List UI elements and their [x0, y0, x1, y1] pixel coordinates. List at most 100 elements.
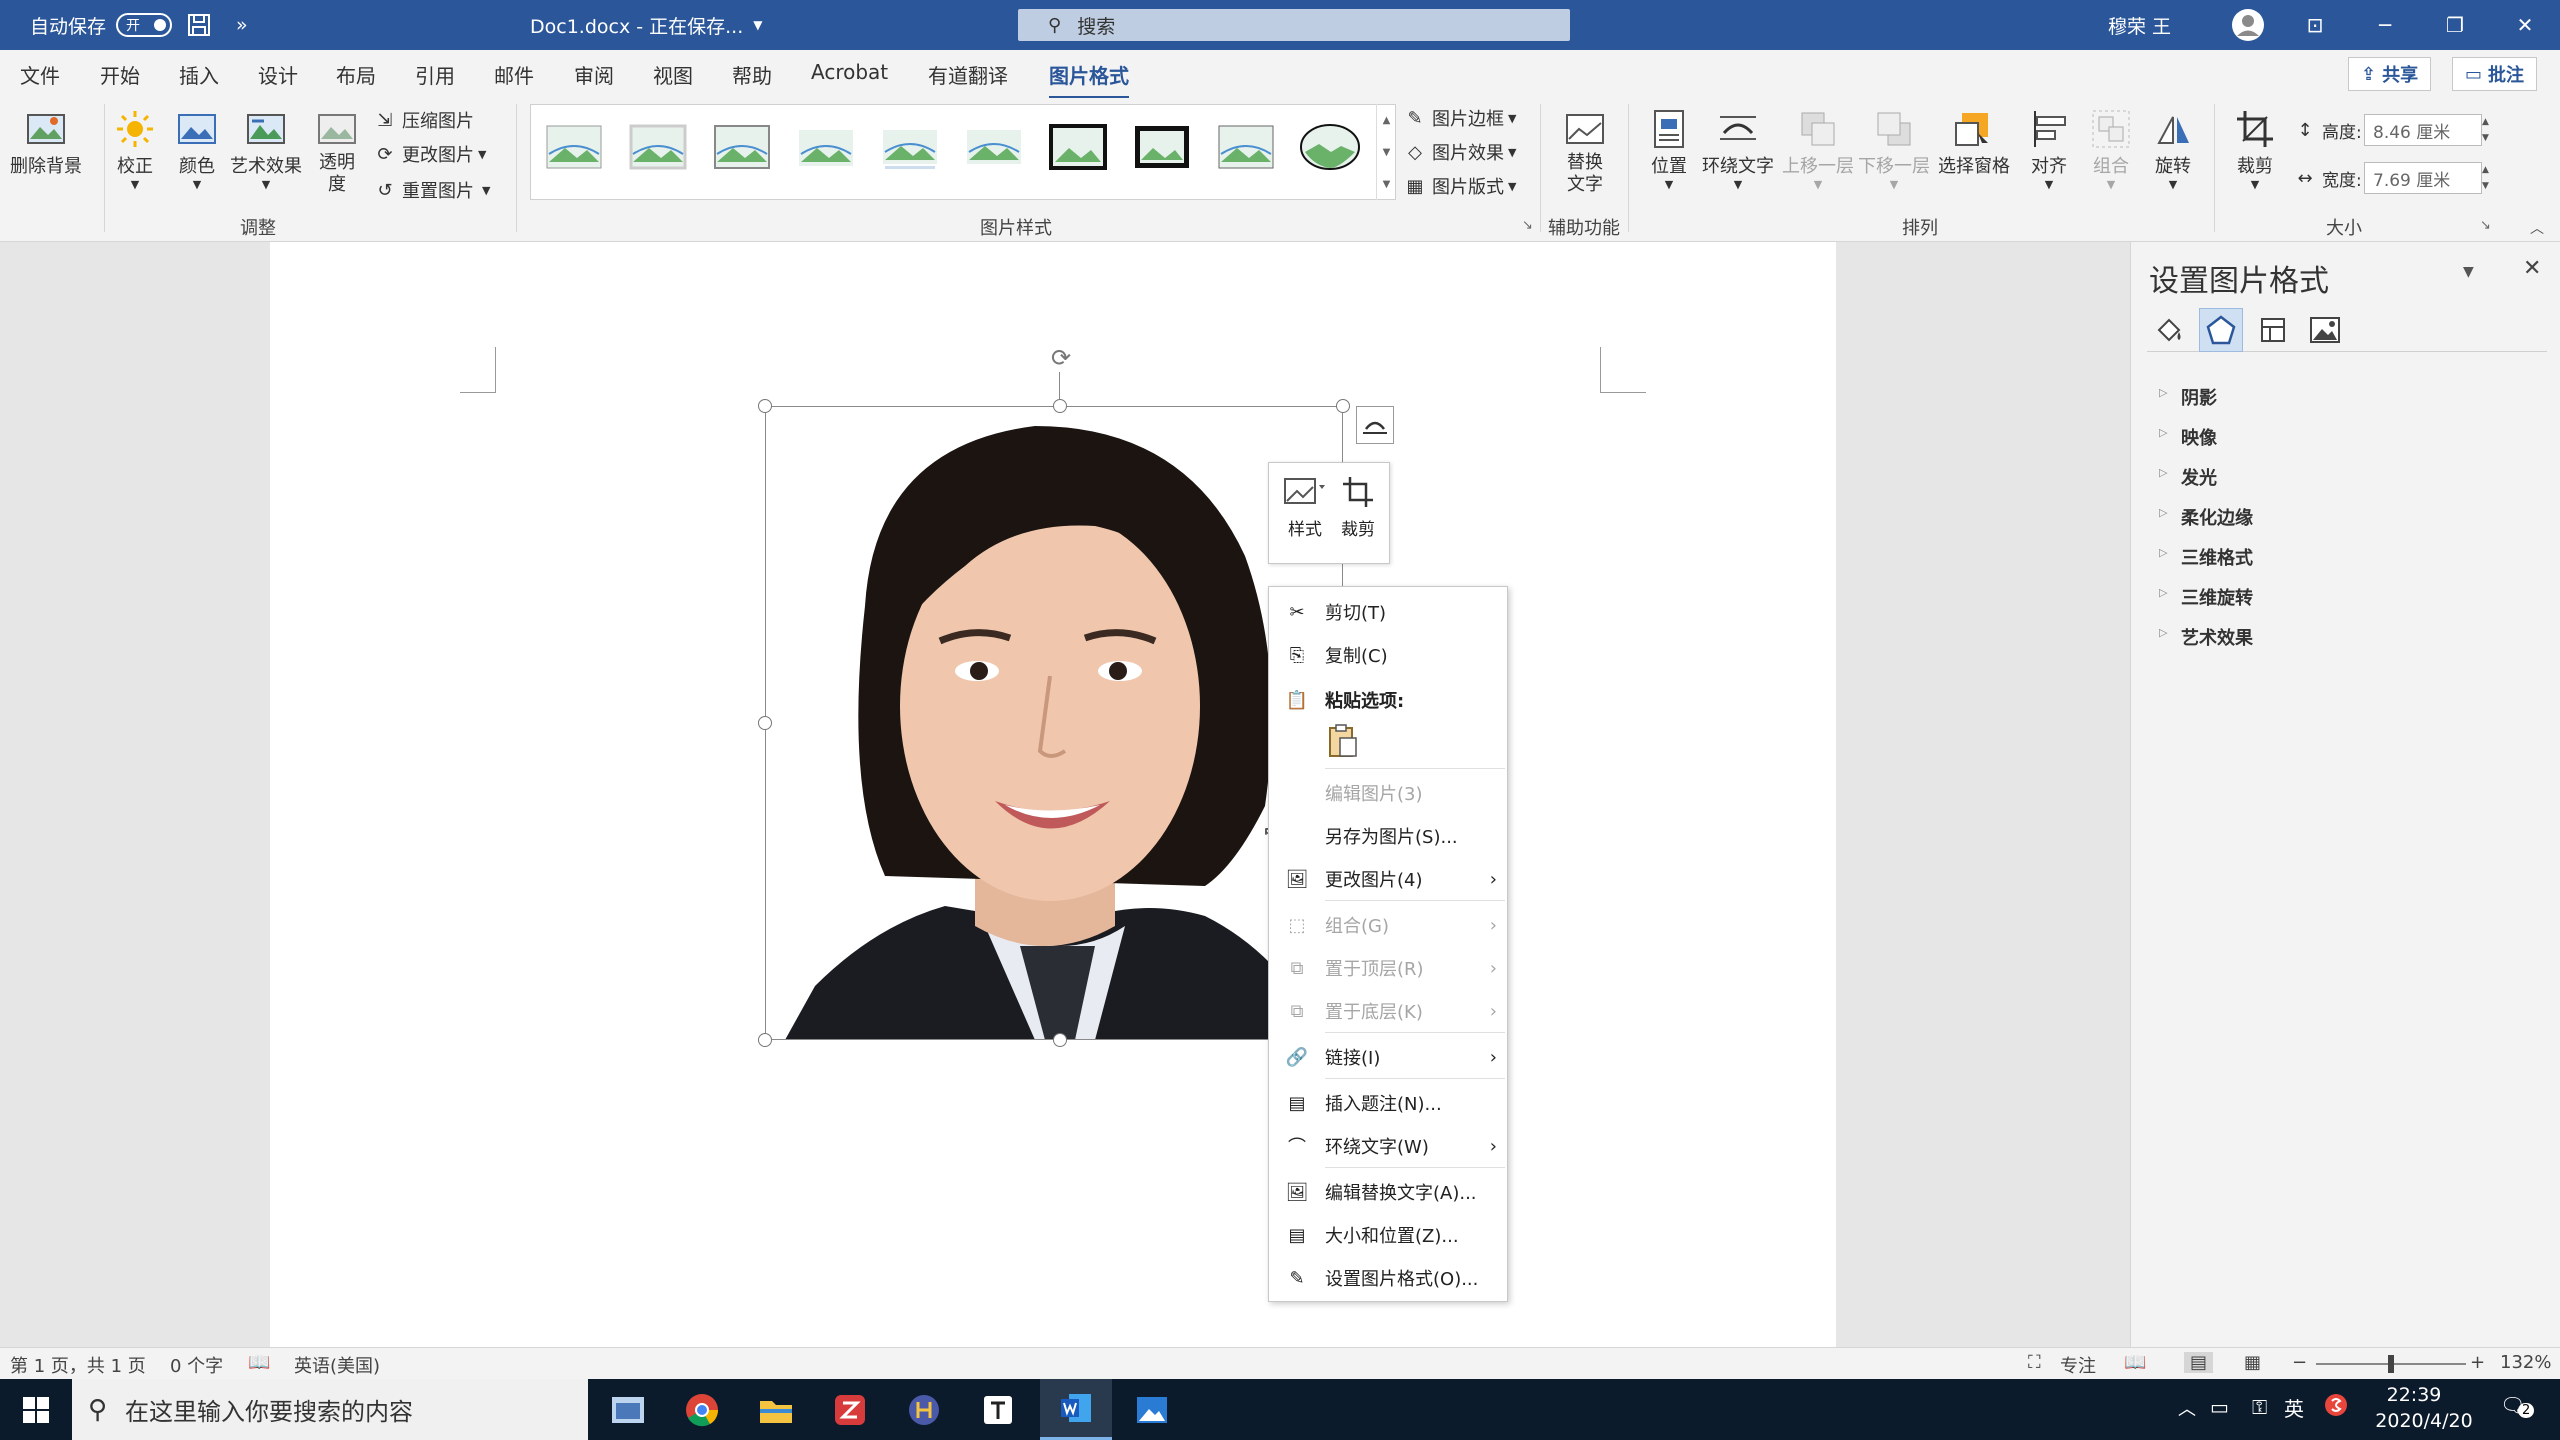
focus-mode[interactable]: 专注	[2060, 1352, 2096, 1378]
picture-style-5[interactable]	[876, 118, 944, 176]
menu-item-send-to-back[interactable]: ⧉ 置于底层(K) ›	[1269, 994, 1507, 1028]
taskbar-app-1[interactable]	[592, 1379, 664, 1440]
style-button[interactable]: 样式	[1283, 475, 1327, 540]
fill-line-tab[interactable]	[2147, 308, 2191, 352]
battery-icon[interactable]: ▭	[2210, 1395, 2229, 1419]
wrap-text-button[interactable]: 环绕文字 ▼	[1702, 106, 1774, 191]
position-button[interactable]: 位置 ▼	[1646, 106, 1692, 191]
picture-style-3[interactable]	[708, 118, 776, 176]
pane-section-glow[interactable]: 发光	[2159, 464, 2217, 490]
clock-date[interactable]: 2020/4/20	[2374, 1410, 2474, 1432]
menu-item-copy[interactable]: ⎘ 复制(C)	[1269, 638, 1507, 672]
dialog-launcher-icon[interactable]: ↘	[2480, 218, 2491, 233]
ribbon-display-options-icon[interactable]: ⊡	[2280, 0, 2350, 50]
user-name[interactable]: 穆荣 王	[2108, 0, 2171, 50]
taskbar-chrome[interactable]	[666, 1379, 738, 1440]
picture-style-10[interactable]	[1296, 118, 1364, 176]
menu-item-save-as-picture[interactable]: 另存为图片(S)...	[1269, 819, 1507, 853]
crop-button[interactable]: 裁剪 ▼	[2232, 106, 2278, 191]
picture-effects-button[interactable]: ◇ 图片效果 ▼	[1402, 136, 1516, 168]
show-hidden-icons[interactable]: ︿	[2178, 1395, 2196, 1421]
tab-insert[interactable]: 插入	[179, 60, 219, 89]
ime-indicator[interactable]: 英	[2284, 1393, 2304, 1422]
tab-home[interactable]: 开始	[100, 60, 140, 89]
remove-background-button[interactable]: 删除背景	[10, 106, 82, 178]
more-commands-icon[interactable]: »	[236, 0, 248, 50]
width-input[interactable]: 7.69 厘米	[2364, 162, 2482, 194]
bring-forward-button[interactable]: 上移一层 ▼	[1782, 106, 1854, 191]
width-spinner[interactable]: ▲ ▼	[2482, 162, 2498, 194]
menu-item-link[interactable]: 🔗 链接(I) ›	[1269, 1040, 1507, 1074]
zoom-slider-thumb[interactable]	[2388, 1355, 2394, 1373]
taskbar-word[interactable]	[1040, 1379, 1112, 1440]
menu-item-change-picture[interactable]: 🖼 更改图片(4) ›	[1269, 862, 1507, 896]
taskbar-app-z[interactable]	[814, 1379, 886, 1440]
artistic-effects-button[interactable]: 艺术效果 ▼	[230, 106, 302, 191]
page-count[interactable]: 第 1 页，共 1 页	[10, 1352, 146, 1378]
notification-center[interactable]: 🗨 2	[2500, 1393, 2535, 1418]
resize-handle-w[interactable]	[758, 716, 772, 730]
restore-icon[interactable]: ❐	[2420, 0, 2490, 50]
minimize-icon[interactable]: ─	[2350, 0, 2420, 50]
alt-text-button[interactable]: 替换文字	[1560, 106, 1610, 196]
menu-item-wrap-text[interactable]: ⌒ 环绕文字(W) ›	[1269, 1129, 1507, 1163]
tab-picture-format[interactable]: 图片格式	[1049, 60, 1129, 99]
picture-style-2[interactable]	[624, 118, 692, 176]
web-layout-icon[interactable]: ▦	[2244, 1352, 2261, 1373]
collapse-ribbon-icon[interactable]: ︿	[2530, 218, 2544, 238]
document-page[interactable]: ⟳ ⇖	[270, 242, 1836, 1347]
resize-handle-s[interactable]	[1053, 1033, 1067, 1047]
change-picture-button[interactable]: ⟳ 更改图片 ▼	[372, 138, 486, 170]
zoom-out-icon[interactable]: −	[2292, 1352, 2307, 1373]
pane-section-3d-rotation[interactable]: 三维旋转	[2159, 584, 2253, 610]
menu-item-group[interactable]: ⬚ 组合(G) ›	[1269, 908, 1507, 942]
picture-style-8[interactable]	[1128, 118, 1196, 176]
language[interactable]: 英语(美国)	[294, 1352, 380, 1378]
pane-section-shadow[interactable]: 阴影	[2159, 384, 2217, 410]
close-icon[interactable]: ✕	[2490, 0, 2560, 50]
share-button[interactable]: ⇪ 共享	[2348, 57, 2432, 91]
taskbar-search[interactable]: ⚲ 在这里输入你要搜索的内容	[72, 1379, 588, 1440]
zoom-level[interactable]: 132%	[2500, 1352, 2551, 1373]
menu-item-cut[interactable]: ✂ 剪切(T)	[1269, 595, 1507, 629]
close-icon[interactable]: ✕	[2523, 256, 2541, 281]
tab-file[interactable]: 文件	[20, 60, 60, 89]
zoom-in-icon[interactable]: +	[2470, 1352, 2485, 1373]
selection-pane-button[interactable]: 选择窗格	[1938, 106, 2010, 178]
tab-layout[interactable]: 布局	[336, 60, 376, 89]
pane-section-artistic-effects[interactable]: 艺术效果	[2159, 624, 2253, 650]
tab-design[interactable]: 设计	[258, 60, 298, 89]
menu-item-size-position[interactable]: ▤ 大小和位置(Z)...	[1269, 1218, 1507, 1252]
effects-tab[interactable]	[2199, 308, 2243, 352]
read-mode-icon[interactable]: 📖	[2124, 1352, 2146, 1373]
chevron-down-icon[interactable]: ▼	[2482, 133, 2498, 143]
resize-handle-ne[interactable]	[1336, 399, 1350, 413]
menu-item-edit-alt-text[interactable]: 🖼 编辑替换文字(A)...	[1269, 1175, 1507, 1209]
picture-border-button[interactable]: ✎ 图片边框 ▼	[1402, 102, 1516, 134]
autosave[interactable]: 自动保存 开	[30, 0, 173, 50]
mini-crop-button[interactable]: 裁剪	[1341, 475, 1375, 540]
document-title[interactable]: Doc1.docx - 正在保存... ▼	[530, 0, 763, 50]
corrections-button[interactable]: 校正 ▼	[112, 106, 158, 191]
picture-style-9[interactable]	[1212, 118, 1280, 176]
picture-style-6[interactable]	[960, 118, 1028, 176]
proofing-icon[interactable]: 📖	[248, 1352, 270, 1373]
chevron-down-icon[interactable]: ▼	[2482, 181, 2498, 191]
layout-properties-tab[interactable]	[2251, 308, 2295, 352]
start-button[interactable]	[0, 1379, 72, 1440]
send-backward-button[interactable]: 下移一层 ▼	[1858, 106, 1930, 191]
clock-time[interactable]: 22:39	[2374, 1384, 2454, 1406]
align-button[interactable]: 对齐 ▼	[2026, 106, 2072, 191]
picture-style-7[interactable]	[1044, 118, 1112, 176]
paste-keep-format-button[interactable]	[1323, 721, 1363, 761]
height-spinner[interactable]: ▲ ▼	[2482, 114, 2498, 146]
dialog-launcher-icon[interactable]: ↘	[1522, 218, 1533, 233]
transparency-button[interactable]: 透明度	[310, 106, 364, 196]
tab-acrobat[interactable]: Acrobat	[811, 60, 888, 84]
chevron-up-icon[interactable]: ▲	[1383, 115, 1391, 126]
height-input[interactable]: 8.46 厘米	[2364, 114, 2482, 146]
tab-help[interactable]: 帮助	[732, 60, 772, 89]
tab-references[interactable]: 引用	[415, 60, 455, 89]
compress-pictures-button[interactable]: ⇲ 压缩图片	[372, 104, 474, 136]
tab-youdao[interactable]: 有道翻译	[928, 60, 1008, 89]
